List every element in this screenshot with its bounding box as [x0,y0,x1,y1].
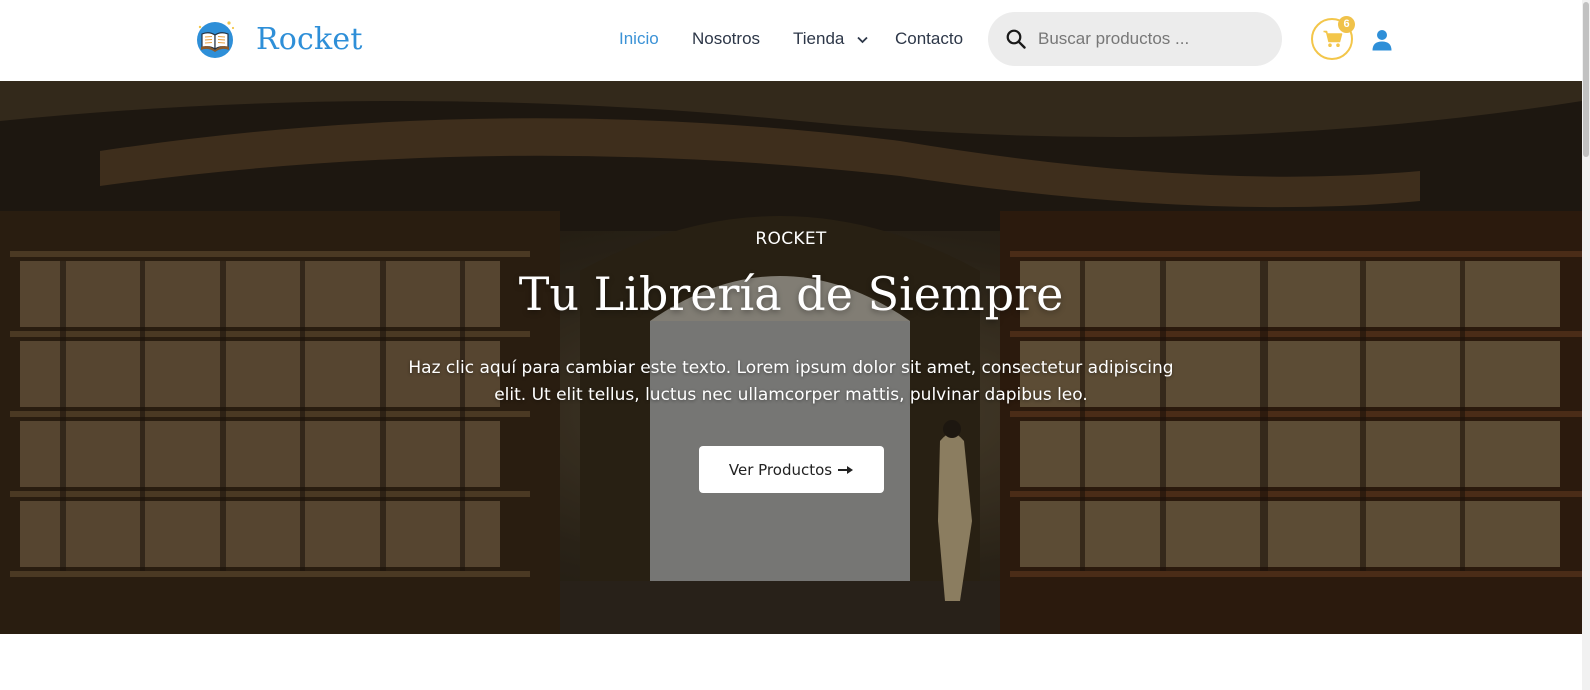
hero-description: Haz clic aquí para cambiar este texto. L… [408,358,1174,405]
search-box [988,12,1282,66]
open-book-icon [196,19,236,59]
nav-item-inicio[interactable]: Inicio [619,29,659,49]
logo-link[interactable]: Rocket [196,18,363,60]
nav-item-tienda[interactable]: Tienda [793,29,868,50]
view-products-button[interactable]: Ver Productos [699,446,884,493]
search-input[interactable] [1038,12,1268,66]
brand-name: Rocket [256,21,363,57]
hero-title: Tu Librería de Siempre [518,267,1064,321]
scrollbar-thumb[interactable] [1583,2,1589,157]
nav-item-contacto[interactable]: Contacto [895,29,963,49]
user-icon[interactable] [1371,29,1393,51]
hero-banner: ROCKET Tu Librería de Siempre Haz clic a… [0,81,1582,634]
search-icon[interactable] [1006,29,1026,49]
nav-item-tienda-label: Tienda [793,28,845,48]
nav-item-nosotros[interactable]: Nosotros [692,29,760,49]
view-products-label: Ver Productos [728,460,833,479]
cart-button[interactable]: 6 [1311,16,1355,60]
arrow-right-icon [838,461,854,479]
page-scrollbar[interactable] [1582,0,1590,690]
cart-count-badge: 6 [1338,16,1355,33]
site-header: Rocket Inicio Nosotros Tienda Contacto 6 [0,0,1582,81]
hero-eyebrow: ROCKET [755,229,827,249]
hero-content: ROCKET Tu Librería de Siempre Haz clic a… [0,81,1582,634]
cart-icon [1323,30,1343,52]
chevron-down-icon [857,29,868,49]
